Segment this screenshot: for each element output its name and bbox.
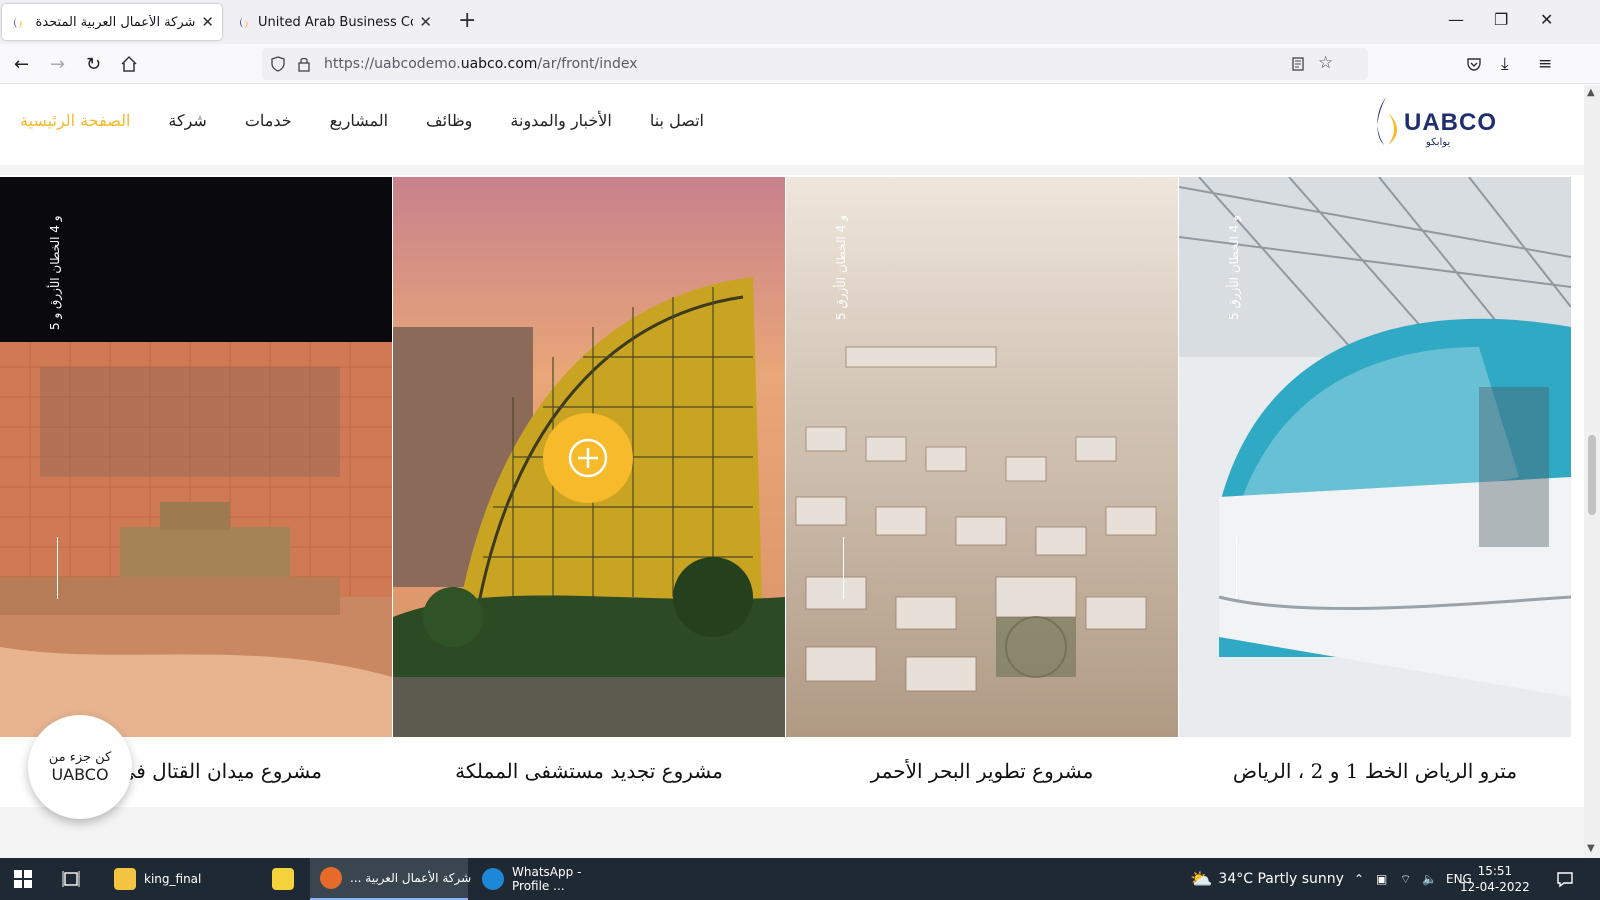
back-icon[interactable]: ← <box>14 54 29 75</box>
wifi-icon[interactable]: ⌔ <box>1400 858 1411 900</box>
system-clock[interactable]: 15:51 12-04-2022 <box>1460 863 1530 895</box>
windows-taskbar: king_final شركة الأعمال العربية ... What… <box>0 858 1600 900</box>
edge-icon <box>482 868 504 890</box>
notifications-icon[interactable] <box>1556 870 1574 888</box>
tab-uabco-english[interactable]: United Arab Business Company ✕ <box>228 4 440 40</box>
vertical-divider <box>843 537 844 599</box>
close-tab-icon[interactable]: ✕ <box>201 13 214 31</box>
scroll-down-icon[interactable]: ▼ <box>1587 843 1595 854</box>
meet-now-icon[interactable]: ▣ <box>1376 858 1387 900</box>
view-project-button[interactable] <box>543 413 633 503</box>
project-card-red-sea[interactable]: 5 و 4 الخطان الأزرق <box>786 177 1178 737</box>
menu-icon[interactable]: ≡ <box>1538 54 1552 74</box>
reader-view-icon[interactable] <box>1290 56 1306 72</box>
tab-uabco-arabic[interactable]: شركة الأعمال العربية المتحدة ✕ <box>2 4 222 40</box>
player-icon <box>272 868 294 890</box>
main-menu: الصفحة الرئيسية شركة خدمات المشاريع وظائ… <box>20 111 740 137</box>
uabco-favicon-icon <box>14 15 22 28</box>
menu-news-blog[interactable]: الأخبار والمدونة <box>510 111 611 137</box>
minimize-icon[interactable]: — <box>1448 10 1464 29</box>
page-scrollbar[interactable]: ▲ ▼ <box>1584 85 1600 858</box>
section-footer-strip <box>0 807 1584 858</box>
uabco-favicon-icon <box>240 15 248 28</box>
new-tab-icon[interactable]: + <box>458 10 476 32</box>
scrollbar-thumb[interactable] <box>1588 435 1596 515</box>
project-card-hospital[interactable] <box>393 177 785 737</box>
project-captions: مترو الرياض الخط 1 و 2 ، الرياض مشروع تط… <box>0 737 1584 807</box>
bookmark-star-icon[interactable]: ☆ <box>1318 53 1333 73</box>
plus-circle-icon <box>568 438 608 478</box>
windows-start-icon[interactable] <box>14 870 32 888</box>
web-page: الصفحة الرئيسية شركة خدمات المشاريع وظائ… <box>0 85 1584 858</box>
menu-company[interactable]: شركة <box>168 111 206 137</box>
downloads-icon[interactable]: ⤓ <box>1501 54 1509 74</box>
task-view-icon[interactable] <box>62 870 80 888</box>
uabco-logo[interactable]: UABCO يوابكو <box>1372 93 1507 155</box>
reload-icon[interactable]: ↻ <box>86 54 101 75</box>
chevron-up-icon[interactable]: ⌃ <box>1354 858 1364 900</box>
menu-contact[interactable]: اتصل بنا <box>650 111 704 137</box>
taskbar-item-folder[interactable]: king_final <box>104 858 254 900</box>
lock-icon[interactable] <box>296 56 312 72</box>
project-card-battlefield[interactable]: 5 و 4 الخطان الأزرق و <box>0 177 392 737</box>
menu-projects[interactable]: المشاريع <box>330 111 388 137</box>
browser-tab-bar: شركة الأعمال العربية المتحدة ✕ United Ar… <box>0 0 1600 44</box>
project-title-hospital[interactable]: مشروع تجديد مستشفى المملكة <box>393 759 785 783</box>
scroll-up-icon[interactable]: ▲ <box>1587 87 1595 98</box>
restore-icon[interactable]: ❐ <box>1494 10 1508 29</box>
browser-nav-bar: ← → ↻ https://uabcodemo.uabco.com/ar/fro… <box>0 44 1600 84</box>
forward-icon[interactable]: → <box>50 54 65 75</box>
site-header: الصفحة الرئيسية شركة خدمات المشاريع وظائ… <box>0 85 1584 165</box>
project-vertical-label: 5 و 4 الخطان الأزرق و <box>48 215 62 330</box>
project-title-red-sea[interactable]: مشروع تطوير البحر الأحمر <box>786 759 1178 783</box>
home-icon[interactable] <box>120 55 138 73</box>
partly-sunny-icon: ⛅ <box>1190 868 1213 890</box>
project-card-riyadh-metro[interactable]: 5 و 4 الخطان الأزرق <box>1179 177 1571 737</box>
logo-subtext: يوابكو <box>1426 137 1451 148</box>
menu-services[interactable]: خدمات <box>245 111 292 137</box>
tab-title: United Arab Business Company <box>258 14 413 30</box>
close-window-icon[interactable]: ✕ <box>1540 10 1553 29</box>
close-tab-icon[interactable]: ✕ <box>419 13 432 31</box>
vertical-divider <box>57 537 58 599</box>
taskbar-item-whatsapp[interactable]: WhatsApp - Profile ... <box>472 858 622 900</box>
url-bar[interactable]: https://uabcodemo.uabco.com/ar/front/ind… <box>262 48 1368 80</box>
header-divider <box>0 165 1584 175</box>
taskbar-item-firefox[interactable]: شركة الأعمال العربية ... <box>310 858 471 900</box>
logo-text: UABCO <box>1404 109 1497 136</box>
taskbar-item-player[interactable] <box>262 858 306 900</box>
projects-grid: 5 و 4 الخطان الأزرق و 5 و 4 الخطان الأزر… <box>0 177 1584 737</box>
join-uabco-badge[interactable]: كن جزء من UABCO <box>28 715 132 819</box>
pocket-icon[interactable] <box>1466 56 1482 72</box>
badge-line2: UABCO <box>51 765 109 784</box>
tab-title: شركة الأعمال العربية المتحدة <box>35 14 196 30</box>
vertical-divider <box>1236 537 1237 599</box>
shield-icon[interactable] <box>270 56 286 72</box>
folder-icon <box>114 868 136 890</box>
project-vertical-label: 5 و 4 الخطان الأزرق <box>834 215 848 320</box>
project-title-riyadh-metro[interactable]: مترو الرياض الخط 1 و 2 ، الرياض <box>1179 759 1571 783</box>
project-vertical-label: 5 و 4 الخطان الأزرق <box>1227 215 1241 320</box>
weather-widget[interactable]: ⛅ 34°C Partly sunny <box>1190 858 1344 900</box>
firefox-icon <box>320 867 342 889</box>
url-text: https://uabcodemo.uabco.com/ar/front/ind… <box>324 56 638 72</box>
menu-jobs[interactable]: وظائف <box>426 111 472 137</box>
volume-icon[interactable]: 🔈 <box>1422 858 1437 900</box>
badge-line1: كن جزء من <box>48 750 112 765</box>
menu-home[interactable]: الصفحة الرئيسية <box>20 111 130 137</box>
